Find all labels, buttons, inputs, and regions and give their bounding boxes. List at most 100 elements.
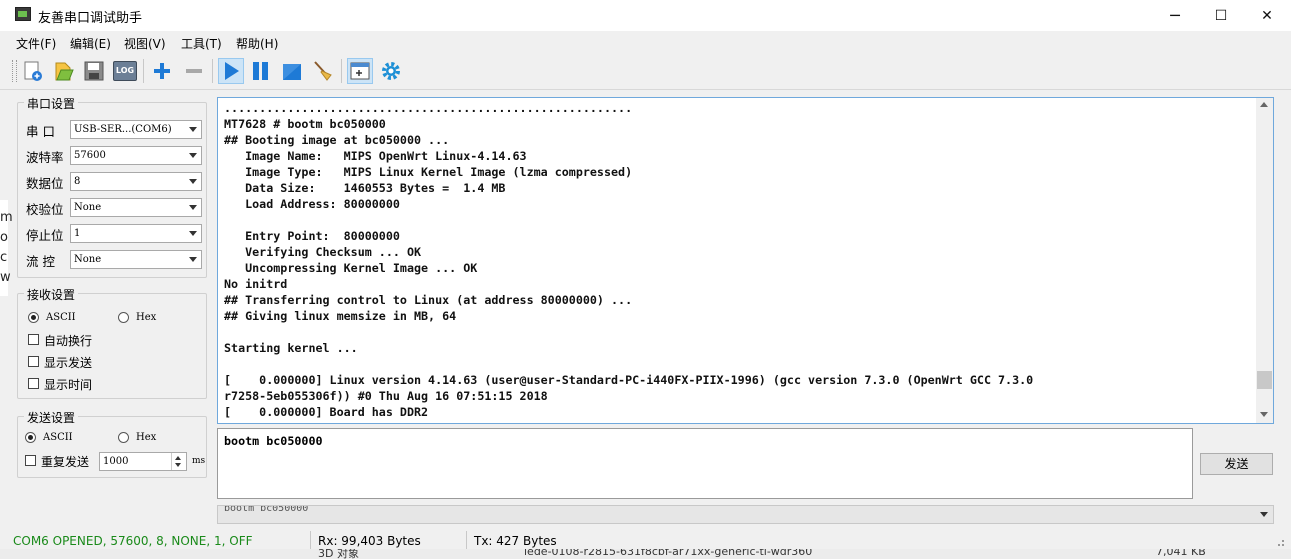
send-history-select[interactable]: bootm bc050000 (217, 505, 1274, 524)
interval-unit: ms (192, 456, 206, 466)
menu-help[interactable]: 帮助(H) (236, 35, 278, 52)
scroll-up-icon[interactable] (1260, 102, 1268, 107)
new-file-button[interactable] (20, 58, 46, 84)
remove-button[interactable] (181, 58, 207, 84)
menu-tools[interactable]: 工具(T) (181, 35, 222, 52)
settings-gear-icon (382, 62, 400, 80)
toolbar-separator (341, 59, 342, 83)
minimize-icon: ─ (1170, 6, 1180, 25)
toolbar-grip (12, 60, 17, 82)
new-window-button[interactable] (347, 58, 373, 84)
stopbits-select[interactable]: 1 (70, 224, 202, 243)
menu-edit[interactable]: 编辑(E) (70, 35, 111, 52)
flowcontrol-value: None (74, 254, 102, 265)
menu-file[interactable]: 文件(F) (16, 35, 56, 52)
save-button[interactable] (81, 58, 107, 84)
chevron-down-icon (189, 153, 197, 158)
background-edge-text: m o c w (0, 210, 13, 285)
settings-button[interactable] (378, 58, 404, 84)
resize-grip-icon[interactable] (1272, 536, 1286, 548)
scroll-thumb[interactable] (1257, 371, 1272, 390)
maximize-button[interactable]: ☐ (1198, 0, 1244, 31)
receive-ascii-radio[interactable] (28, 312, 39, 323)
clear-broom-icon (314, 61, 332, 81)
send-history-value: bootm bc050000 (224, 505, 309, 514)
show-send-label: 显示发送 (44, 356, 93, 370)
flowcontrol-label: 流 控 (26, 254, 55, 269)
background-item: 3D 对象 (318, 549, 359, 559)
stop-icon (283, 64, 301, 80)
title-bar (0, 0, 1291, 31)
play-button[interactable] (218, 58, 244, 84)
databits-label: 数据位 (26, 176, 64, 191)
databits-select[interactable]: 8 (70, 172, 202, 191)
remove-icon (186, 69, 202, 73)
receive-hex-label: Hex (136, 312, 157, 323)
send-hex-radio[interactable] (118, 432, 129, 443)
pause-button[interactable] (248, 58, 274, 84)
maximize-icon: ☐ (1214, 7, 1228, 24)
interval-spinbox[interactable]: 1000 (99, 452, 187, 471)
menu-view[interactable]: 视图(V) (124, 35, 166, 52)
close-icon: ✕ (1261, 7, 1273, 24)
new-window-icon (350, 62, 370, 80)
show-time-checkbox[interactable] (28, 378, 39, 389)
receive-settings-title: 接收设置 (24, 286, 79, 303)
background-explorer-strip: 3D 对象 lede-0108-r2815-631f8cbf-ar71xx-ge… (0, 549, 1291, 559)
open-file-icon (55, 62, 74, 81)
save-icon (84, 61, 104, 81)
send-button[interactable]: 发送 (1200, 453, 1273, 475)
auto-wrap-label: 自动换行 (44, 334, 93, 348)
pause-icon (253, 62, 268, 80)
parity-label: 校验位 (26, 202, 64, 217)
status-divider (310, 531, 311, 549)
show-send-checkbox[interactable] (28, 356, 39, 367)
port-value: USB-SER...(COM6) (74, 124, 172, 135)
repeat-send-checkbox[interactable] (25, 455, 36, 466)
close-button[interactable]: ✕ (1244, 0, 1290, 31)
spin-down-icon[interactable] (175, 463, 181, 467)
port-select[interactable]: USB-SER...(COM6) (70, 120, 202, 139)
baud-label: 波特率 (26, 150, 64, 165)
background-item: 7,041 KB (1156, 549, 1206, 558)
open-file-button[interactable] (50, 58, 76, 84)
chevron-down-icon (1260, 512, 1268, 517)
tx-count: Tx: 427 Bytes (474, 534, 557, 548)
send-ascii-radio[interactable] (25, 432, 36, 443)
baud-select[interactable]: 57600 (70, 146, 202, 165)
interval-spinner[interactable] (171, 453, 186, 470)
receive-terminal[interactable]: ........................................… (217, 97, 1274, 424)
log-button[interactable]: LOG (112, 58, 138, 84)
terminal-scrollbar[interactable] (1256, 98, 1273, 423)
clear-button[interactable] (310, 58, 336, 84)
receive-hex-radio[interactable] (118, 312, 129, 323)
add-button[interactable] (149, 58, 175, 84)
parity-select[interactable]: None (70, 198, 202, 217)
port-label: 串 口 (26, 124, 55, 139)
scroll-down-icon[interactable] (1260, 412, 1268, 417)
chevron-down-icon (189, 127, 197, 132)
interval-value: 1000 (103, 456, 129, 467)
send-input-value: bootm bc050000 (224, 434, 323, 448)
chevron-down-icon (189, 179, 197, 184)
connection-status: COM6 OPENED, 57600, 8, NONE, 1, OFF (13, 534, 253, 548)
rx-count: Rx: 99,403 Bytes (318, 534, 421, 548)
stop-button[interactable] (279, 58, 305, 84)
spin-up-icon[interactable] (175, 456, 181, 460)
auto-wrap-checkbox[interactable] (28, 334, 39, 345)
minimize-button[interactable]: ─ (1152, 0, 1198, 31)
toolbar-separator (212, 59, 213, 83)
show-time-label: 显示时间 (44, 378, 93, 392)
chevron-down-icon (189, 205, 197, 210)
app-icon (15, 7, 31, 21)
receive-ascii-label: ASCII (46, 312, 76, 323)
chevron-down-icon (189, 257, 197, 262)
window-title: 友善串口调试助手 (38, 11, 143, 26)
serial-settings-title: 串口设置 (24, 95, 79, 112)
log-icon: LOG (113, 61, 137, 81)
databits-value: 8 (74, 176, 81, 187)
play-icon (225, 62, 239, 80)
flowcontrol-select[interactable]: None (70, 250, 202, 269)
send-input[interactable]: bootm bc050000 (217, 428, 1193, 499)
stopbits-value: 1 (74, 228, 81, 239)
